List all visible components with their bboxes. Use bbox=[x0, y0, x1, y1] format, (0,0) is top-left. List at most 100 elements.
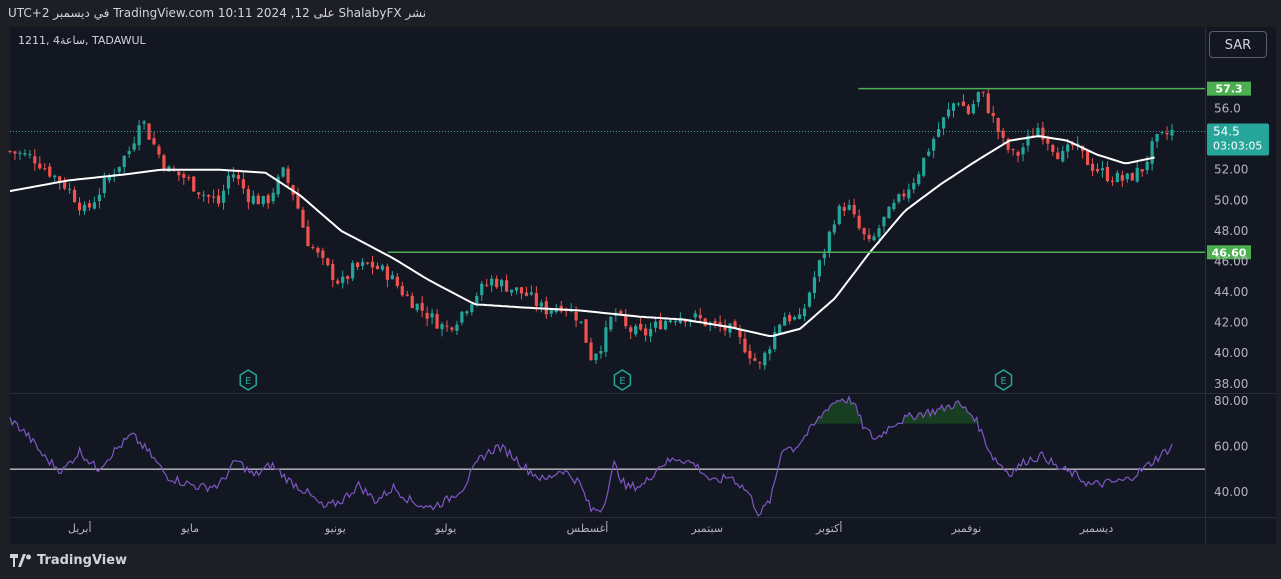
candle-body bbox=[460, 311, 464, 323]
currency-button[interactable]: SAR bbox=[1209, 31, 1267, 58]
candle-body bbox=[877, 228, 881, 237]
candle-body bbox=[1016, 152, 1020, 156]
price-tick-label: 56.0 bbox=[1214, 102, 1241, 116]
candle-body bbox=[450, 327, 454, 330]
candle-body bbox=[584, 319, 588, 343]
candle-body bbox=[38, 163, 42, 169]
candle-body bbox=[187, 177, 191, 179]
candle-body bbox=[822, 253, 826, 259]
candle-body bbox=[738, 329, 742, 338]
symbol-info[interactable]: 1211, 4ساعة, TADAWUL bbox=[18, 34, 146, 47]
candle-body bbox=[261, 195, 265, 205]
candle-body bbox=[485, 284, 489, 286]
candle-body bbox=[812, 277, 817, 293]
candle-body bbox=[524, 292, 529, 296]
candle-body bbox=[778, 324, 782, 334]
candle-body bbox=[629, 327, 633, 333]
chart-canvas[interactable]: 57.346.6054.503:03:0538.0040.0042.0044.0… bbox=[0, 0, 1281, 579]
candle-body bbox=[1140, 169, 1144, 172]
candle-body bbox=[599, 351, 603, 354]
earnings-marker[interactable]: E bbox=[239, 369, 257, 391]
candle-body bbox=[306, 226, 310, 247]
candle-body bbox=[197, 192, 201, 195]
candle-body bbox=[142, 121, 146, 124]
candle-body bbox=[1090, 163, 1095, 171]
candle-body bbox=[122, 155, 126, 168]
candle-body bbox=[1110, 180, 1115, 182]
candle-body bbox=[857, 215, 861, 229]
candle-body bbox=[23, 153, 27, 155]
candle-body bbox=[996, 118, 1000, 133]
candle-body bbox=[415, 303, 419, 310]
candle-body bbox=[281, 167, 285, 177]
candle-body bbox=[852, 205, 856, 215]
candle-body bbox=[375, 265, 380, 270]
candle-body bbox=[956, 103, 961, 105]
candle-body bbox=[8, 151, 12, 153]
candle-body bbox=[28, 154, 32, 156]
candle-body bbox=[897, 194, 901, 202]
candle-body bbox=[246, 189, 250, 202]
earnings-marker[interactable]: E bbox=[994, 369, 1013, 391]
candle-body bbox=[1120, 175, 1124, 181]
earnings-marker-label: E bbox=[1000, 376, 1006, 387]
rsi-tick-label: 80.00 bbox=[1214, 394, 1248, 408]
resistance-level-text: 57.3 bbox=[1215, 83, 1242, 96]
candle-body bbox=[102, 178, 106, 194]
candle-body bbox=[1066, 144, 1070, 152]
candle-body bbox=[266, 195, 270, 204]
candle-body bbox=[604, 327, 608, 352]
candle-body bbox=[976, 92, 980, 103]
candle-body bbox=[256, 195, 260, 205]
candle-body bbox=[609, 316, 613, 330]
candle-body bbox=[1160, 131, 1164, 133]
earnings-marker[interactable]: E bbox=[613, 369, 632, 391]
candle-body bbox=[966, 105, 971, 114]
candle-body bbox=[797, 314, 802, 319]
candle-body bbox=[72, 189, 77, 203]
candle-body bbox=[311, 247, 315, 249]
candle-body bbox=[1105, 167, 1110, 182]
candle-body bbox=[1125, 173, 1129, 180]
candle-body bbox=[236, 175, 241, 180]
candle-body bbox=[271, 192, 275, 202]
candle-body bbox=[147, 123, 151, 140]
candle-body bbox=[509, 289, 514, 293]
candle-body bbox=[326, 258, 330, 266]
candle-body bbox=[1061, 150, 1065, 162]
time-tick-label: أكتوبر bbox=[815, 521, 842, 535]
candle-body bbox=[1011, 149, 1015, 151]
time-tick-label: يونيو bbox=[324, 522, 346, 535]
candle-body bbox=[470, 304, 474, 313]
candle-body bbox=[946, 109, 951, 117]
candle-body bbox=[430, 313, 434, 318]
candle-body bbox=[986, 93, 990, 114]
time-tick-label: سبتمبر bbox=[690, 522, 723, 535]
candle-body bbox=[286, 168, 290, 183]
candle-body bbox=[1170, 129, 1174, 136]
candle-body bbox=[951, 103, 956, 111]
candle-body bbox=[137, 125, 141, 146]
candle-body bbox=[504, 280, 509, 292]
candle-body bbox=[87, 203, 92, 208]
candle-body bbox=[385, 266, 390, 280]
price-tick-label: 50.00 bbox=[1214, 193, 1248, 207]
time-tick-label: ديسمبر bbox=[1079, 522, 1114, 535]
candle-body bbox=[922, 157, 926, 176]
candle-body bbox=[867, 234, 871, 240]
candle-body bbox=[182, 174, 186, 178]
candle-body bbox=[902, 193, 906, 197]
candle-body bbox=[435, 314, 439, 329]
candle-body bbox=[202, 194, 206, 196]
candle-body bbox=[490, 278, 494, 286]
candle-body bbox=[33, 156, 37, 164]
candle-body bbox=[644, 328, 648, 336]
candle-body bbox=[758, 362, 762, 364]
candle-body bbox=[13, 151, 17, 154]
candle-body bbox=[211, 196, 216, 198]
price-tick-label: 40.00 bbox=[1214, 346, 1248, 360]
tradingview-brand[interactable]: TradingView bbox=[10, 553, 127, 568]
rsi-tick-label: 40.00 bbox=[1214, 485, 1248, 499]
candle-body bbox=[748, 350, 752, 359]
candle-body bbox=[440, 324, 444, 330]
